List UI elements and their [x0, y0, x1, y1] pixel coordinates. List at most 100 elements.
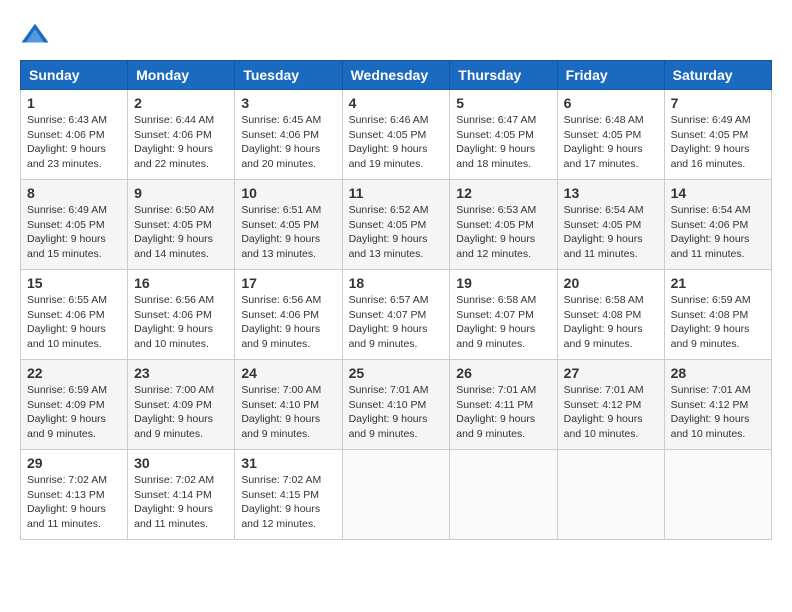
day-number: 24: [241, 365, 335, 381]
day-info: Sunrise: 6:51 AM Sunset: 4:05 PM Dayligh…: [241, 203, 335, 262]
calendar-cell: 15 Sunrise: 6:55 AM Sunset: 4:06 PM Dayl…: [21, 270, 128, 360]
day-info: Sunrise: 6:47 AM Sunset: 4:05 PM Dayligh…: [456, 113, 550, 172]
calendar-cell: 21 Sunrise: 6:59 AM Sunset: 4:08 PM Dayl…: [664, 270, 771, 360]
calendar-cell: [557, 450, 664, 540]
day-number: 19: [456, 275, 550, 291]
calendar-cell: 17 Sunrise: 6:56 AM Sunset: 4:06 PM Dayl…: [235, 270, 342, 360]
day-number: 28: [671, 365, 765, 381]
header-thursday: Thursday: [450, 61, 557, 90]
calendar-cell: [450, 450, 557, 540]
day-info: Sunrise: 6:56 AM Sunset: 4:06 PM Dayligh…: [241, 293, 335, 352]
page-header: [20, 20, 772, 50]
day-info: Sunrise: 7:02 AM Sunset: 4:15 PM Dayligh…: [241, 473, 335, 532]
day-info: Sunrise: 6:49 AM Sunset: 4:05 PM Dayligh…: [27, 203, 121, 262]
day-info: Sunrise: 7:02 AM Sunset: 4:13 PM Dayligh…: [27, 473, 121, 532]
day-info: Sunrise: 6:54 AM Sunset: 4:05 PM Dayligh…: [564, 203, 658, 262]
calendar-cell: 23 Sunrise: 7:00 AM Sunset: 4:09 PM Dayl…: [128, 360, 235, 450]
day-info: Sunrise: 6:44 AM Sunset: 4:06 PM Dayligh…: [134, 113, 228, 172]
calendar-cell: [342, 450, 450, 540]
calendar-cell: 30 Sunrise: 7:02 AM Sunset: 4:14 PM Dayl…: [128, 450, 235, 540]
calendar-cell: 12 Sunrise: 6:53 AM Sunset: 4:05 PM Dayl…: [450, 180, 557, 270]
day-info: Sunrise: 7:01 AM Sunset: 4:12 PM Dayligh…: [671, 383, 765, 442]
calendar-week-row: 8 Sunrise: 6:49 AM Sunset: 4:05 PM Dayli…: [21, 180, 772, 270]
calendar-cell: 9 Sunrise: 6:50 AM Sunset: 4:05 PM Dayli…: [128, 180, 235, 270]
day-info: Sunrise: 6:53 AM Sunset: 4:05 PM Dayligh…: [456, 203, 550, 262]
day-number: 14: [671, 185, 765, 201]
calendar-cell: 14 Sunrise: 6:54 AM Sunset: 4:06 PM Dayl…: [664, 180, 771, 270]
day-number: 16: [134, 275, 228, 291]
calendar-cell: 18 Sunrise: 6:57 AM Sunset: 4:07 PM Dayl…: [342, 270, 450, 360]
day-info: Sunrise: 6:43 AM Sunset: 4:06 PM Dayligh…: [27, 113, 121, 172]
calendar-cell: 4 Sunrise: 6:46 AM Sunset: 4:05 PM Dayli…: [342, 90, 450, 180]
day-info: Sunrise: 6:48 AM Sunset: 4:05 PM Dayligh…: [564, 113, 658, 172]
day-number: 23: [134, 365, 228, 381]
day-number: 11: [349, 185, 444, 201]
day-number: 10: [241, 185, 335, 201]
calendar-week-row: 22 Sunrise: 6:59 AM Sunset: 4:09 PM Dayl…: [21, 360, 772, 450]
day-number: 9: [134, 185, 228, 201]
day-info: Sunrise: 7:01 AM Sunset: 4:10 PM Dayligh…: [349, 383, 444, 442]
header-saturday: Saturday: [664, 61, 771, 90]
day-number: 1: [27, 95, 121, 111]
calendar-cell: 27 Sunrise: 7:01 AM Sunset: 4:12 PM Dayl…: [557, 360, 664, 450]
calendar-week-row: 29 Sunrise: 7:02 AM Sunset: 4:13 PM Dayl…: [21, 450, 772, 540]
calendar-cell: 3 Sunrise: 6:45 AM Sunset: 4:06 PM Dayli…: [235, 90, 342, 180]
calendar-cell: 22 Sunrise: 6:59 AM Sunset: 4:09 PM Dayl…: [21, 360, 128, 450]
calendar-cell: 10 Sunrise: 6:51 AM Sunset: 4:05 PM Dayl…: [235, 180, 342, 270]
day-number: 21: [671, 275, 765, 291]
calendar-cell: 28 Sunrise: 7:01 AM Sunset: 4:12 PM Dayl…: [664, 360, 771, 450]
day-info: Sunrise: 6:46 AM Sunset: 4:05 PM Dayligh…: [349, 113, 444, 172]
day-number: 8: [27, 185, 121, 201]
day-info: Sunrise: 6:56 AM Sunset: 4:06 PM Dayligh…: [134, 293, 228, 352]
day-info: Sunrise: 6:58 AM Sunset: 4:07 PM Dayligh…: [456, 293, 550, 352]
calendar-cell: 6 Sunrise: 6:48 AM Sunset: 4:05 PM Dayli…: [557, 90, 664, 180]
logo: [20, 20, 54, 50]
calendar-cell: [664, 450, 771, 540]
calendar-cell: 31 Sunrise: 7:02 AM Sunset: 4:15 PM Dayl…: [235, 450, 342, 540]
day-number: 29: [27, 455, 121, 471]
day-number: 5: [456, 95, 550, 111]
day-info: Sunrise: 6:58 AM Sunset: 4:08 PM Dayligh…: [564, 293, 658, 352]
day-info: Sunrise: 7:02 AM Sunset: 4:14 PM Dayligh…: [134, 473, 228, 532]
header-wednesday: Wednesday: [342, 61, 450, 90]
day-number: 12: [456, 185, 550, 201]
calendar-cell: 29 Sunrise: 7:02 AM Sunset: 4:13 PM Dayl…: [21, 450, 128, 540]
day-number: 7: [671, 95, 765, 111]
day-info: Sunrise: 7:01 AM Sunset: 4:11 PM Dayligh…: [456, 383, 550, 442]
day-number: 30: [134, 455, 228, 471]
day-info: Sunrise: 6:54 AM Sunset: 4:06 PM Dayligh…: [671, 203, 765, 262]
header-friday: Friday: [557, 61, 664, 90]
header-monday: Monday: [128, 61, 235, 90]
logo-icon: [20, 20, 50, 50]
day-number: 2: [134, 95, 228, 111]
day-number: 13: [564, 185, 658, 201]
day-number: 3: [241, 95, 335, 111]
day-number: 27: [564, 365, 658, 381]
day-number: 17: [241, 275, 335, 291]
calendar-cell: 24 Sunrise: 7:00 AM Sunset: 4:10 PM Dayl…: [235, 360, 342, 450]
calendar-cell: 11 Sunrise: 6:52 AM Sunset: 4:05 PM Dayl…: [342, 180, 450, 270]
calendar-cell: 1 Sunrise: 6:43 AM Sunset: 4:06 PM Dayli…: [21, 90, 128, 180]
day-info: Sunrise: 7:00 AM Sunset: 4:10 PM Dayligh…: [241, 383, 335, 442]
day-info: Sunrise: 7:01 AM Sunset: 4:12 PM Dayligh…: [564, 383, 658, 442]
day-number: 15: [27, 275, 121, 291]
day-number: 20: [564, 275, 658, 291]
calendar-cell: 7 Sunrise: 6:49 AM Sunset: 4:05 PM Dayli…: [664, 90, 771, 180]
day-info: Sunrise: 6:45 AM Sunset: 4:06 PM Dayligh…: [241, 113, 335, 172]
header-tuesday: Tuesday: [235, 61, 342, 90]
calendar-cell: 16 Sunrise: 6:56 AM Sunset: 4:06 PM Dayl…: [128, 270, 235, 360]
day-info: Sunrise: 6:49 AM Sunset: 4:05 PM Dayligh…: [671, 113, 765, 172]
day-info: Sunrise: 7:00 AM Sunset: 4:09 PM Dayligh…: [134, 383, 228, 442]
calendar-cell: 19 Sunrise: 6:58 AM Sunset: 4:07 PM Dayl…: [450, 270, 557, 360]
calendar-header-row: SundayMondayTuesdayWednesdayThursdayFrid…: [21, 61, 772, 90]
day-number: 6: [564, 95, 658, 111]
day-number: 31: [241, 455, 335, 471]
day-info: Sunrise: 6:57 AM Sunset: 4:07 PM Dayligh…: [349, 293, 444, 352]
calendar-cell: 26 Sunrise: 7:01 AM Sunset: 4:11 PM Dayl…: [450, 360, 557, 450]
calendar-cell: 8 Sunrise: 6:49 AM Sunset: 4:05 PM Dayli…: [21, 180, 128, 270]
day-info: Sunrise: 6:59 AM Sunset: 4:09 PM Dayligh…: [27, 383, 121, 442]
day-number: 18: [349, 275, 444, 291]
day-info: Sunrise: 6:52 AM Sunset: 4:05 PM Dayligh…: [349, 203, 444, 262]
day-number: 22: [27, 365, 121, 381]
calendar-week-row: 1 Sunrise: 6:43 AM Sunset: 4:06 PM Dayli…: [21, 90, 772, 180]
